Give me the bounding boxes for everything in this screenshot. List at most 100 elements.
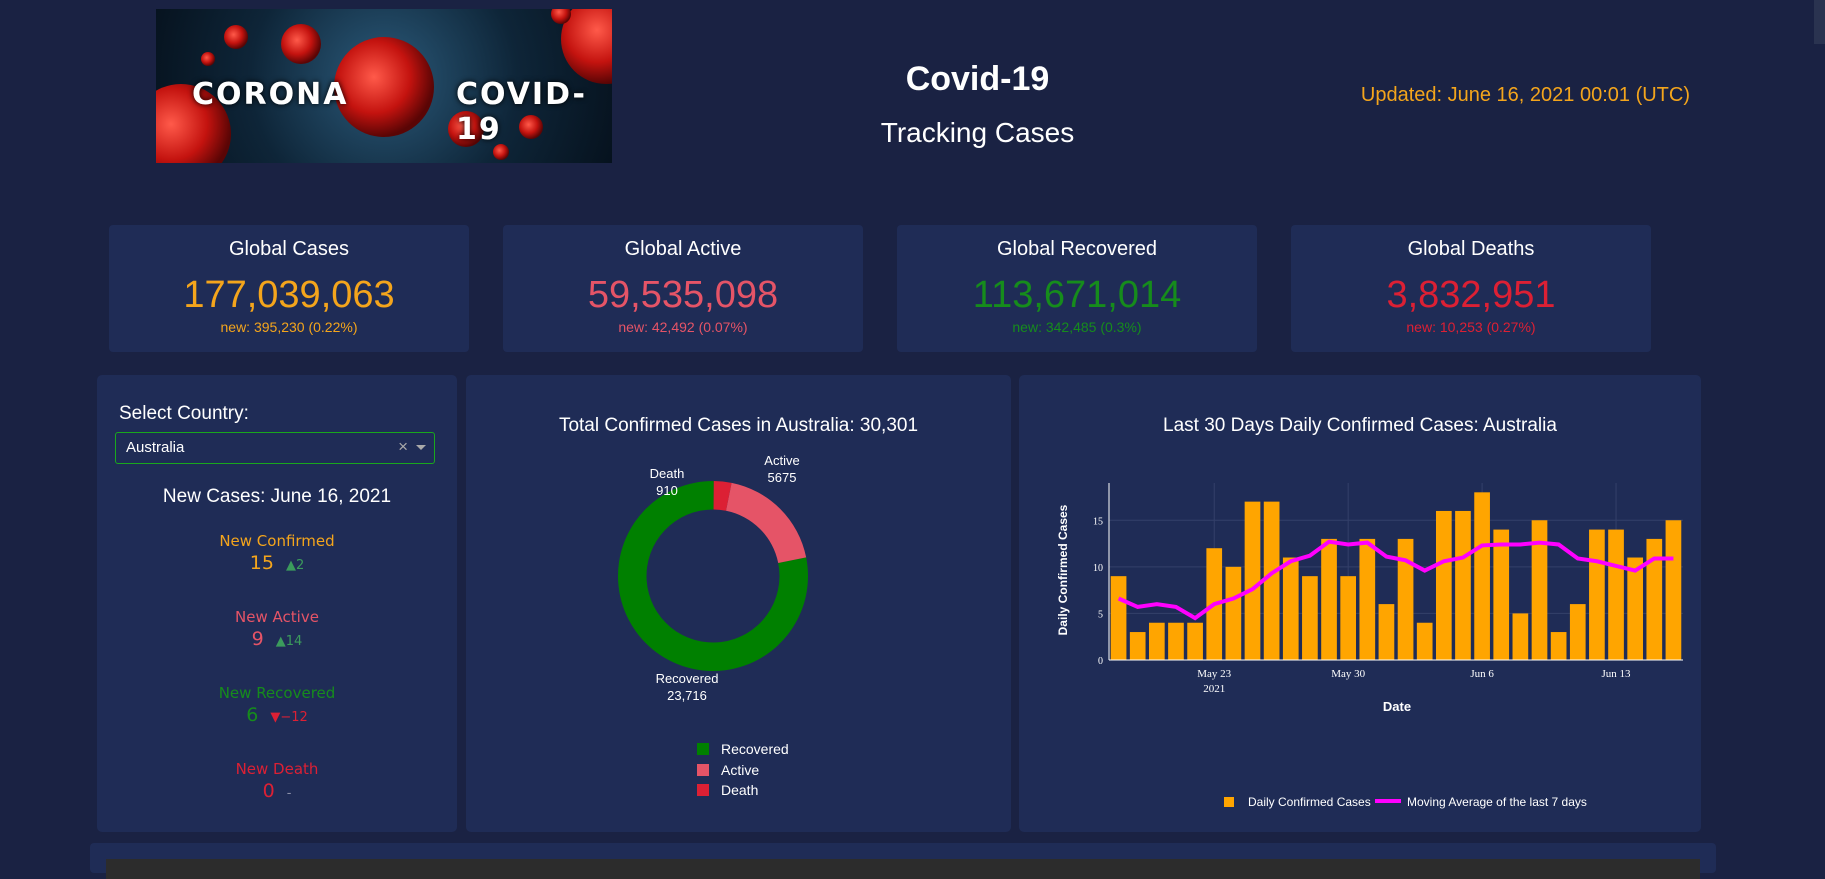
card-label: Global Deaths (1407, 238, 1535, 260)
bar (1416, 622, 1433, 660)
bar (1378, 604, 1395, 660)
bar-chart: 0 5 10 15 May 23 2021 May 30 Jun 6 Jun 13 Daily … (1056, 483, 1683, 714)
bar (1321, 538, 1337, 660)
slice-value-active: 5675 (768, 470, 797, 485)
legend-item-active[interactable]: Active (697, 762, 759, 778)
country-panel: Select Country: Australia × New Cases: J… (97, 375, 457, 832)
card-value: 113,671,014 (972, 274, 1182, 316)
card-value: 177,039,063 (183, 274, 395, 316)
slice-value-recovered: 23,716 (667, 688, 707, 703)
stat-label: New Death (235, 760, 319, 778)
card-global-cases: Global Cases 177,039,063 new: 395,230 (0… (109, 225, 469, 352)
x-tick-year-label: 2021 (1203, 683, 1225, 695)
bar (1512, 613, 1529, 660)
x-tick-label: May 23 (1197, 668, 1231, 680)
bar (1493, 529, 1510, 660)
legend-item-recovered[interactable]: Recovered (697, 741, 789, 757)
bar (1225, 566, 1242, 660)
country-dropdown[interactable]: Australia × (115, 432, 435, 464)
updated-timestamp: Updated: June 16, 2021 00:01 (UTC) (1360, 84, 1690, 106)
x-tick-label: May 30 (1331, 668, 1365, 680)
bar (1282, 557, 1299, 660)
map-preview (106, 859, 1700, 879)
y-axis-label: Daily Confirmed Cases (1056, 504, 1070, 635)
select-country-label: Select Country: (119, 403, 249, 424)
bar (1129, 632, 1146, 660)
y-tick-label: 5 (1098, 609, 1103, 620)
bar-chart-panel: Last 30 Days Daily Confirmed Cases: Aust… (1019, 375, 1701, 832)
card-global-deaths: Global Deaths 3,832,951 new: 10,253 (0.2… (1291, 225, 1651, 352)
x-axis-label: Date (1383, 699, 1411, 714)
stat-delta: ▲14 (275, 634, 303, 649)
stat-delta: ▼−12 (270, 710, 308, 725)
bar (1263, 501, 1280, 660)
legend-swatch (697, 764, 709, 776)
stat-delta: ▲2 (285, 558, 305, 573)
card-label: Global Cases (228, 238, 350, 260)
bar (1550, 632, 1567, 660)
bar (1608, 529, 1624, 660)
legend-swatch (1375, 799, 1401, 803)
card-new: new: 42,492 (0.07%) (618, 319, 748, 335)
bar (1148, 622, 1165, 660)
legend-swatch (697, 784, 709, 796)
bar (1627, 557, 1644, 660)
card-label: Global Active (624, 238, 742, 260)
stat-label: New Active (235, 608, 319, 626)
legend-label: Active (721, 762, 760, 778)
bar (1340, 576, 1357, 660)
stat-value: 15 (249, 552, 274, 574)
bar (1110, 576, 1127, 660)
stat-delta: - (286, 786, 292, 801)
legend-swatch (1224, 797, 1234, 807)
scrollbar[interactable] (1814, 0, 1825, 44)
stat-label: New Confirmed (219, 532, 335, 550)
bar (1168, 622, 1184, 660)
slice-label-recovered: Recovered (656, 671, 719, 686)
bar (1435, 510, 1452, 660)
y-tick-label: 0 (1098, 656, 1103, 667)
slice-label-active: Active (764, 453, 799, 468)
y-tick-label: 15 (1093, 516, 1103, 527)
stat-new-recovered: New Recovered 6 ▼−12 (97, 684, 457, 726)
legend-label: Death (721, 782, 759, 798)
bar (1589, 529, 1605, 660)
bar (1474, 492, 1490, 660)
stat-new-confirmed: New Confirmed 15 ▲2 (97, 532, 457, 574)
legend-swatch (697, 743, 709, 755)
stat-value: 6 (246, 704, 259, 726)
stat-label: New Recovered (218, 684, 336, 702)
legend-item-moving-average[interactable]: Moving Average of the last 7 days (1375, 795, 1587, 809)
chevron-down-icon[interactable] (416, 445, 426, 450)
card-new: new: 342,485 (0.3%) (1012, 319, 1142, 335)
legend-item-daily-cases[interactable]: Daily Confirmed Cases (1224, 795, 1371, 809)
card-global-active: Global Active 59,535,098 new: 42,492 (0.… (503, 225, 863, 352)
x-tick-label: Jun 13 (1602, 668, 1632, 680)
card-value: 3,832,951 (1386, 274, 1556, 316)
bar (1302, 576, 1318, 660)
slice-value-death: 910 (656, 483, 678, 498)
bar (1569, 604, 1586, 660)
bar (1244, 501, 1261, 660)
bar (1187, 622, 1203, 660)
bar (1455, 510, 1471, 660)
y-tick-label: 10 (1093, 563, 1103, 574)
legend-label: Daily Confirmed Cases (1248, 795, 1371, 809)
stat-new-death: New Death 0- (97, 760, 457, 802)
stat-new-active: New Active 9 ▲14 (97, 608, 457, 650)
slice-label-death: Death (650, 466, 685, 481)
bar (1665, 520, 1682, 660)
dropdown-selected-value: Australia (126, 439, 185, 456)
donut-chart-panel: Total Confirmed Cases in Australia: 30,3… (466, 375, 1011, 832)
stat-value: 9 (251, 628, 264, 650)
card-global-recovered: Global Recovered 113,671,014 new: 342,48… (897, 225, 1257, 352)
x-tick-label: Jun 6 (1470, 668, 1494, 680)
bar (1397, 538, 1414, 660)
card-label: Global Recovered (996, 238, 1158, 260)
page-subtitle: Tracking Cases (880, 117, 1075, 148)
card-new: new: 10,253 (0.27%) (1406, 319, 1536, 335)
legend-label: Moving Average of the last 7 days (1407, 795, 1587, 809)
clear-icon[interactable]: × (398, 437, 408, 457)
map-panel (90, 843, 1716, 879)
legend-item-death[interactable]: Death (697, 782, 758, 798)
